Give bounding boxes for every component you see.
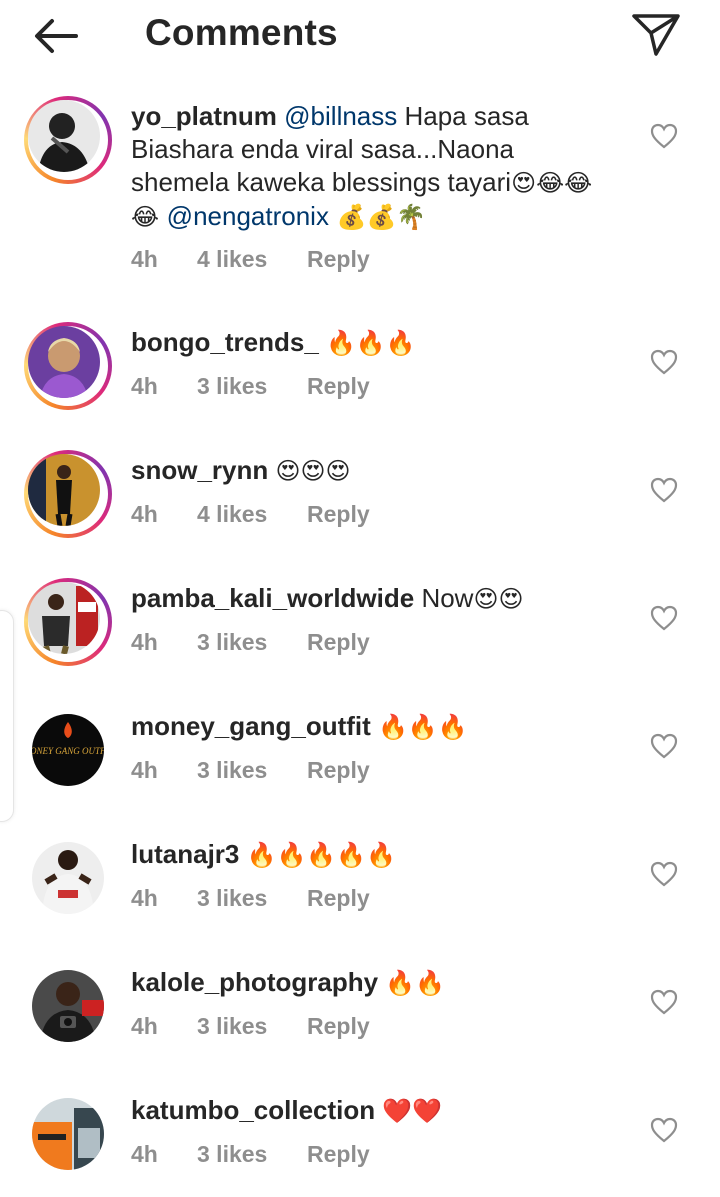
comment-username[interactable]: money_gang_outfit	[131, 711, 371, 741]
comment-meta: 4h 3 likes Reply	[131, 1013, 370, 1040]
comment-meta: 4h 3 likes Reply	[131, 885, 370, 912]
comment-body: Now	[414, 583, 474, 613]
comment-emoji: 🔥🔥🔥	[378, 713, 468, 741]
comment-time: 4h	[131, 757, 158, 783]
comment-text: snow_rynn 😍😍😍	[131, 454, 611, 488]
like-heart-icon[interactable]	[650, 861, 678, 887]
comment-text: yo_platnum @billnass Hapa sasa Biashara …	[131, 100, 611, 234]
reply-button[interactable]: Reply	[307, 246, 370, 273]
comment-likes[interactable]: 4 likes	[197, 501, 307, 528]
reply-button[interactable]: Reply	[307, 757, 370, 784]
comment-text: money_gang_outfit 🔥🔥🔥	[131, 710, 611, 744]
comment-text: pamba_kali_worldwide Now😍😍	[131, 582, 611, 616]
paper-plane-icon[interactable]	[628, 8, 684, 58]
comment-emoji: 🔥🔥🔥🔥🔥	[246, 841, 397, 869]
avatar-wrap[interactable]	[24, 1090, 112, 1178]
reply-button[interactable]: Reply	[307, 1141, 370, 1168]
header: Comments	[0, 0, 720, 70]
reply-button[interactable]: Reply	[307, 629, 370, 656]
comment-meta: 4h 4 likes Reply	[131, 246, 370, 273]
comment-meta: 4h 3 likes Reply	[131, 373, 370, 400]
comment-emoji: 💰💰🌴	[328, 203, 427, 231]
comment-emoji: 😍😍	[473, 585, 524, 613]
comment-time: 4h	[131, 629, 158, 655]
edge-panel-handle[interactable]	[0, 610, 14, 822]
comment-meta: 4h 3 likes Reply	[131, 1141, 370, 1168]
back-arrow-icon[interactable]	[28, 14, 84, 58]
avatar-story-ring[interactable]	[24, 450, 112, 538]
comment-text: bongo_trends_ 🔥🔥🔥	[131, 326, 611, 360]
comment-time: 4h	[131, 501, 158, 527]
avatar	[32, 1098, 104, 1170]
mention-link[interactable]: @billnass	[284, 101, 397, 131]
comment-time: 4h	[131, 1141, 158, 1167]
avatar-wrap[interactable]	[24, 962, 112, 1050]
avatar-wrap[interactable]	[24, 834, 112, 922]
avatar	[28, 582, 100, 654]
like-heart-icon[interactable]	[650, 477, 678, 503]
like-heart-icon[interactable]	[650, 989, 678, 1015]
avatar-wrap[interactable]: MONEY GANG OUTFIT	[24, 706, 112, 794]
comment-username[interactable]: bongo_trends_	[131, 327, 319, 357]
comment-likes[interactable]: 3 likes	[197, 1141, 307, 1168]
comment-emoji: ❤️❤️	[382, 1097, 443, 1125]
avatar	[28, 454, 100, 526]
comment-likes[interactable]: 4 likes	[197, 246, 307, 273]
comment-text: kalole_photography 🔥🔥	[131, 966, 611, 1000]
comment-time: 4h	[131, 246, 158, 272]
avatar	[32, 842, 104, 914]
avatar-story-ring[interactable]	[24, 578, 112, 666]
comment-username[interactable]: kalole_photography	[131, 967, 378, 997]
comment-likes[interactable]: 3 likes	[197, 757, 307, 784]
comment-time: 4h	[131, 885, 158, 911]
avatar	[28, 326, 100, 398]
avatar-story-ring[interactable]	[24, 322, 112, 410]
reply-button[interactable]: Reply	[307, 373, 370, 400]
comment-emoji: 🔥🔥	[385, 969, 446, 997]
like-heart-icon[interactable]	[650, 605, 678, 631]
avatar-logo-text: MONEY GANG OUTFIT	[32, 746, 104, 756]
comment-emoji: 🔥🔥🔥	[326, 329, 416, 357]
comment-text: katumbo_collection ❤️❤️	[131, 1094, 611, 1128]
comment-username[interactable]: snow_rynn	[131, 455, 268, 485]
like-heart-icon[interactable]	[650, 733, 678, 759]
comment-likes[interactable]: 3 likes	[197, 373, 307, 400]
comment-meta: 4h 3 likes Reply	[131, 757, 370, 784]
reply-button[interactable]: Reply	[307, 885, 370, 912]
comment-username[interactable]: pamba_kali_worldwide	[131, 583, 414, 613]
avatar	[32, 970, 104, 1042]
comment-text: lutanajr3 🔥🔥🔥🔥🔥	[131, 838, 611, 872]
comment-time: 4h	[131, 1013, 158, 1039]
avatar-story-ring[interactable]	[24, 96, 112, 184]
like-heart-icon[interactable]	[650, 123, 678, 149]
page-title: Comments	[145, 12, 338, 53]
comment-likes[interactable]: 3 likes	[197, 885, 307, 912]
comment-meta: 4h 3 likes Reply	[131, 629, 370, 656]
comment-username[interactable]: lutanajr3	[131, 839, 239, 869]
comment-username[interactable]: katumbo_collection	[131, 1095, 375, 1125]
comment-emoji: 😍😍😍	[275, 457, 351, 485]
comment-likes[interactable]: 3 likes	[197, 629, 307, 656]
comment-time: 4h	[131, 373, 158, 399]
comment-likes[interactable]: 3 likes	[197, 1013, 307, 1040]
reply-button[interactable]: Reply	[307, 1013, 370, 1040]
comment-meta: 4h 4 likes Reply	[131, 501, 370, 528]
like-heart-icon[interactable]	[650, 349, 678, 375]
avatar: MONEY GANG OUTFIT	[32, 714, 104, 786]
reply-button[interactable]: Reply	[307, 501, 370, 528]
avatar	[28, 100, 100, 172]
like-heart-icon[interactable]	[650, 1117, 678, 1143]
comment-username[interactable]: yo_platnum	[131, 101, 277, 131]
mention-link[interactable]: @nengatronix	[167, 201, 329, 231]
